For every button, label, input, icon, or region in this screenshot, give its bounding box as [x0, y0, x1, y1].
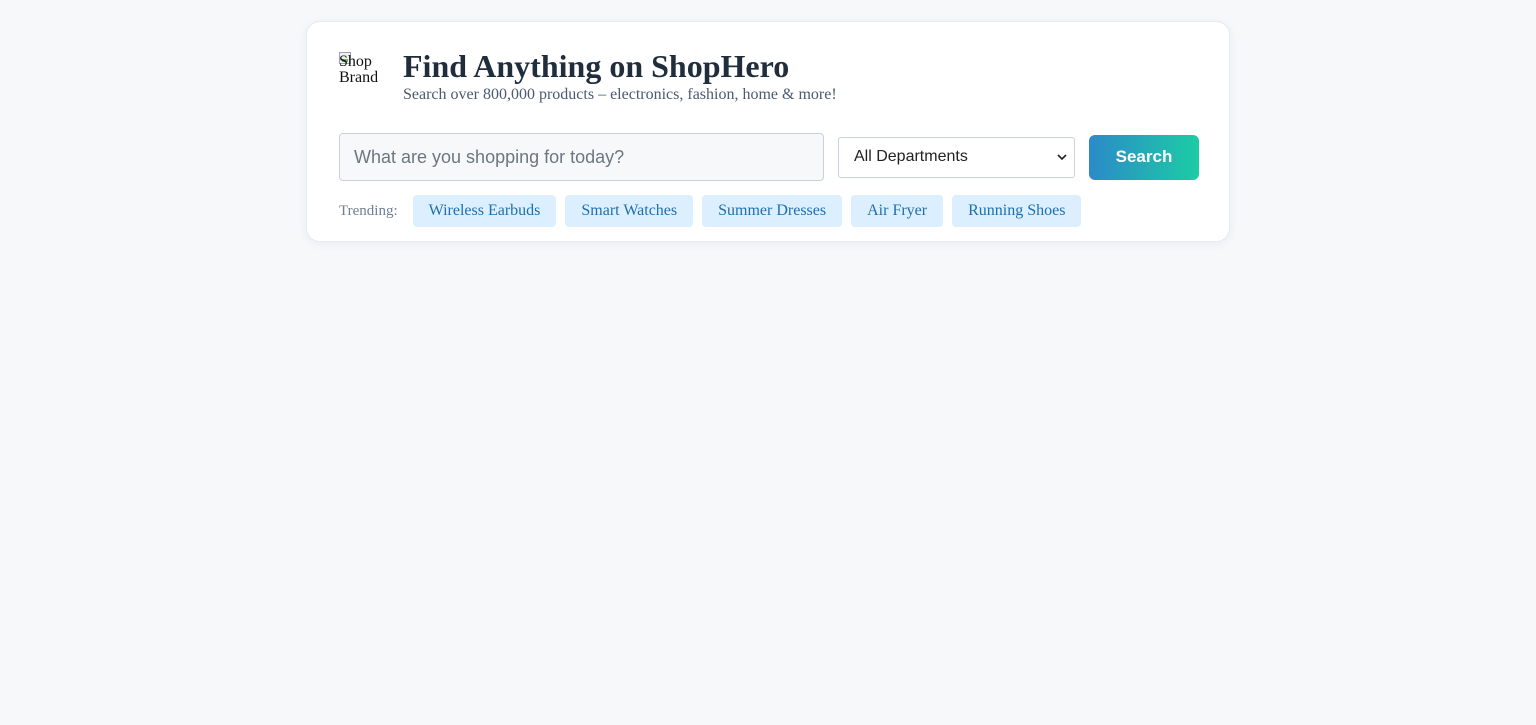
- trending-row: Trending: Wireless Earbuds Smart Watches…: [339, 195, 1090, 227]
- header-titles: Find Anything on ShopHero Search over 80…: [403, 48, 837, 105]
- brand-logo-alt-text: Shop Brand: [339, 53, 379, 86]
- page-title: Find Anything on ShopHero: [403, 48, 790, 84]
- page-subtitle: Search over 800,000 products – electroni…: [403, 86, 837, 103]
- trending-label: Trending:: [339, 202, 398, 219]
- trending-chip-wireless-earbuds[interactable]: Wireless Earbuds: [412, 195, 557, 227]
- department-select[interactable]: All Departments: [838, 136, 1075, 178]
- search-card: Shop Brand Find Anything on ShopHero Sea…: [306, 21, 1230, 242]
- header: Shop Brand Find Anything on ShopHero Sea…: [339, 48, 837, 105]
- trending-chip-running-shoes[interactable]: Running Shoes: [952, 195, 1082, 227]
- trending-chip-smart-watches[interactable]: Smart Watches: [565, 195, 694, 227]
- department-select-value: All Departments: [854, 148, 968, 165]
- brand-logo: Shop Brand: [339, 52, 387, 102]
- trending-chip-summer-dresses[interactable]: Summer Dresses: [702, 195, 843, 227]
- search-button[interactable]: Search: [1089, 134, 1199, 180]
- trending-chip-air-fryer[interactable]: Air Fryer: [851, 195, 944, 227]
- search-input[interactable]: [339, 133, 824, 181]
- search-row: All Departments Search: [339, 133, 1199, 181]
- chevron-down-icon: [1057, 153, 1067, 160]
